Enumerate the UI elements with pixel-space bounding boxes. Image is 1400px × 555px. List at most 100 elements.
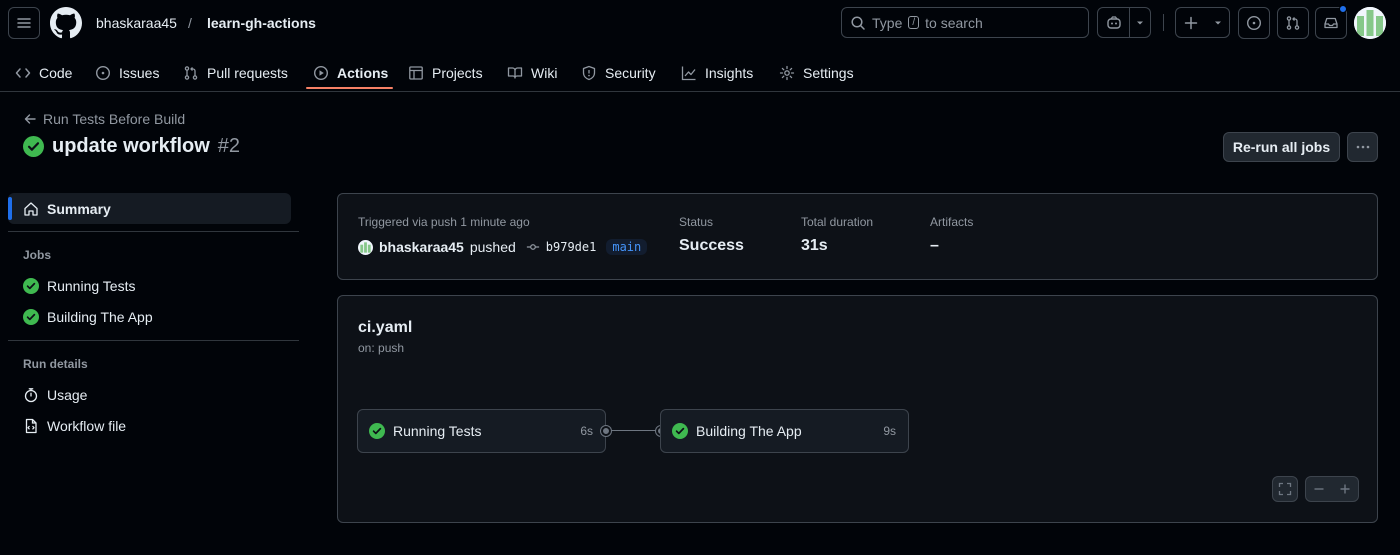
dash-icon xyxy=(1314,488,1324,490)
rerun-all-jobs-button[interactable]: Re-run all jobs xyxy=(1223,132,1340,162)
file-code-icon xyxy=(23,418,39,434)
home-icon xyxy=(23,201,39,217)
tab-pull-requests[interactable]: Pull requests xyxy=(175,54,296,92)
search-input[interactable]: Type / to search xyxy=(841,7,1089,38)
sidebar-item-job[interactable]: Building The App xyxy=(8,301,291,332)
graph-job-node[interactable]: Building The App 9s xyxy=(660,409,909,453)
branch-label[interactable]: main xyxy=(606,239,648,255)
zoom-out-button[interactable] xyxy=(1306,483,1332,495)
zoom-in-button[interactable] xyxy=(1332,483,1358,495)
tab-label: Wiki xyxy=(531,65,558,81)
tab-label: Security xyxy=(605,65,656,81)
sidebar-item-job[interactable]: Running Tests xyxy=(8,270,291,301)
create-new-button[interactable] xyxy=(1175,7,1230,38)
commit-sha[interactable]: b979de1 xyxy=(546,240,597,254)
chevron-down-icon xyxy=(1130,18,1150,28)
search-shortcut-key: / xyxy=(908,16,920,29)
sidebar-divider xyxy=(8,231,299,232)
sidebar-item-summary[interactable]: Summary xyxy=(8,193,291,224)
check-circle-icon xyxy=(672,423,688,439)
duration-value[interactable]: 31s xyxy=(801,237,828,255)
tab-code[interactable]: Code xyxy=(7,54,80,92)
status-value: Success xyxy=(679,237,744,254)
tab-settings[interactable]: Settings xyxy=(771,54,862,92)
breadcrumb-separator: / xyxy=(188,15,192,31)
git-commit-icon xyxy=(526,240,540,254)
more-options-button[interactable] xyxy=(1347,132,1378,162)
sidebar-jobs-heading: Jobs xyxy=(23,248,52,262)
book-icon xyxy=(507,65,523,81)
workflow-name: Run Tests Before Build xyxy=(43,111,186,127)
git-pull-request-icon xyxy=(1285,15,1301,31)
job-name: Building The App xyxy=(696,423,802,439)
graph-icon xyxy=(681,65,697,81)
fullscreen-button[interactable] xyxy=(1272,476,1298,502)
hamburger-icon xyxy=(16,15,32,31)
sidebar-item-label: Usage xyxy=(47,386,88,403)
run-title: update workflow xyxy=(52,135,210,157)
breadcrumb-repo[interactable]: learn-gh-actions xyxy=(207,14,316,32)
stopwatch-icon xyxy=(23,387,39,403)
sidebar-item-label: Running Tests xyxy=(47,277,136,294)
tab-wiki[interactable]: Wiki xyxy=(499,54,565,92)
search-suffix: to search xyxy=(925,14,983,31)
status-label: Status xyxy=(679,215,714,229)
trigger-text: Triggered via push 1 minute ago xyxy=(358,215,530,229)
sidebar-item-label: Workflow file xyxy=(47,417,127,434)
inbox-icon xyxy=(1323,15,1339,31)
graph-connector-line xyxy=(607,430,661,431)
artifacts-value: – xyxy=(930,237,939,254)
plus-icon xyxy=(1340,484,1350,494)
tab-issues[interactable]: Issues xyxy=(87,54,167,92)
search-prefix: Type xyxy=(872,14,903,31)
sidebar-divider xyxy=(8,340,299,341)
tab-security[interactable]: Security xyxy=(573,54,664,92)
workflow-back-link[interactable]: Run Tests Before Build xyxy=(23,111,185,127)
copilot-icon xyxy=(1098,15,1129,31)
code-icon xyxy=(15,65,31,81)
shield-icon xyxy=(581,65,597,81)
check-circle-icon xyxy=(23,308,39,325)
zoom-controls xyxy=(1305,476,1359,502)
sidebar-item-label: Summary xyxy=(47,200,111,217)
tab-insights[interactable]: Insights xyxy=(673,54,761,92)
copilot-button[interactable] xyxy=(1097,7,1151,38)
job-duration: 6s xyxy=(580,424,593,438)
duration-label: Total duration xyxy=(801,215,874,229)
breadcrumb-owner[interactable]: bhaskaraa45 xyxy=(96,14,177,32)
sidebar-run-details-heading: Run details xyxy=(23,357,88,371)
check-circle-icon xyxy=(23,136,44,157)
tab-label: Issues xyxy=(119,65,160,81)
repo-nav: Code Issues Pull requests Actions Projec… xyxy=(0,54,1400,92)
sidebar-item-usage[interactable]: Usage xyxy=(8,379,291,410)
play-icon xyxy=(313,65,329,81)
tab-projects[interactable]: Projects xyxy=(400,54,491,92)
issue-opened-icon xyxy=(95,65,111,81)
avatar[interactable] xyxy=(1354,7,1386,39)
workflow-trigger: on: push xyxy=(358,341,405,355)
plus-icon xyxy=(1176,16,1206,30)
avatar[interactable] xyxy=(358,239,373,255)
notification-dot xyxy=(1339,5,1347,13)
github-logo[interactable] xyxy=(50,7,82,39)
push-action: pushed xyxy=(469,239,516,255)
job-name: Running Tests xyxy=(393,423,482,439)
actor-link[interactable]: bhaskaraa45 xyxy=(379,239,464,255)
menu-button[interactable] xyxy=(8,7,40,39)
tab-label: Actions xyxy=(337,65,389,81)
gear-icon xyxy=(779,65,795,81)
page-title: update workflow #2 xyxy=(23,135,240,158)
sidebar-active-indicator xyxy=(8,197,12,220)
pull-requests-button[interactable] xyxy=(1277,7,1309,39)
sidebar-item-workflow-file[interactable]: Workflow file xyxy=(8,410,291,441)
tab-label: Code xyxy=(39,65,73,81)
sidebar-item-label: Building The App xyxy=(47,308,153,325)
graph-job-node[interactable]: Running Tests 6s xyxy=(357,409,606,453)
issues-button[interactable] xyxy=(1238,7,1270,39)
issue-opened-icon xyxy=(1246,15,1262,31)
search-icon xyxy=(850,15,866,31)
arrow-left-icon xyxy=(23,112,37,126)
push-info: bhaskaraa45 pushed b979de1 main xyxy=(358,239,648,255)
tab-label: Insights xyxy=(705,65,754,81)
workflow-file-name[interactable]: ci.yaml xyxy=(358,319,412,337)
